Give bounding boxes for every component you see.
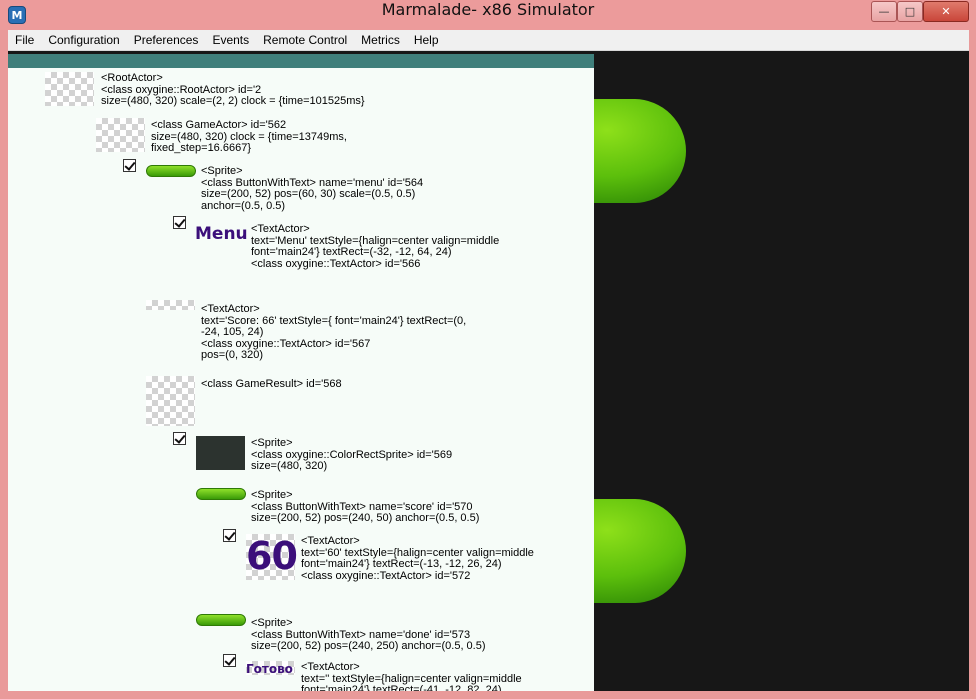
minimize-button[interactable]: — xyxy=(871,1,897,22)
sprite-menu-node: <Sprite> <class ButtonWithText> name='me… xyxy=(201,165,424,212)
sprite-done-thumbnail xyxy=(196,614,246,626)
game-actor-node: <class GameActor> id='562 size=(480, 320… xyxy=(151,119,347,155)
text-menu-node: <TextActor> text='Menu' textStyle={halig… xyxy=(251,223,500,270)
text-menu-checkbox[interactable] xyxy=(173,216,186,229)
tree-panel-header xyxy=(8,54,594,68)
close-button[interactable]: ✕ xyxy=(923,1,969,22)
menu-metrics[interactable]: Metrics xyxy=(354,30,407,51)
sprite-color-node: <Sprite> <class oxygine::ColorRectSprite… xyxy=(251,437,453,473)
game-actor-thumbnail xyxy=(96,118,145,152)
window-title: Marmalade- x86 Simulator xyxy=(381,0,595,19)
sprite-color-thumbnail xyxy=(196,436,245,470)
menu-remote-control[interactable]: Remote Control xyxy=(256,30,354,51)
title-bar: M Marmalade- x86 Simulator — □ ✕ xyxy=(0,0,976,30)
menu-events[interactable]: Events xyxy=(205,30,256,51)
menu-file[interactable]: File xyxy=(8,30,41,51)
sprite-score-thumbnail xyxy=(196,488,246,500)
root-actor-node: <RootActor> <class oxygine::RootActor> i… xyxy=(101,72,365,108)
text-score-node: <TextActor> text='Score: 66' textStyle={… xyxy=(201,303,467,362)
actor-tree-panel: <RootActor> <class oxygine::RootActor> i… xyxy=(8,54,594,691)
menu-help[interactable]: Help xyxy=(407,30,446,51)
text-60-node: <TextActor> text='60' textStyle={halign=… xyxy=(301,535,534,582)
simulator-viewport[interactable]: <RootActor> <class oxygine::RootActor> i… xyxy=(8,51,969,691)
text-60-checkbox[interactable] xyxy=(223,529,236,542)
sprite-done-node: <Sprite> <class ButtonWithText> name='do… xyxy=(251,617,486,653)
sprite-color-checkbox[interactable] xyxy=(173,432,186,445)
game-result-thumbnail xyxy=(146,376,195,426)
text-done-node: <TextActor> text='' textStyle={halign=ce… xyxy=(301,661,522,691)
maximize-button[interactable]: □ xyxy=(897,1,923,22)
menu-bar: File Configuration Preferences Events Remote… xyxy=(8,30,969,51)
menu-configuration[interactable]: Configuration xyxy=(41,30,126,51)
sprite-menu-checkbox[interactable] xyxy=(123,159,136,172)
root-actor-thumbnail xyxy=(45,72,94,106)
text-done-checkbox[interactable] xyxy=(223,654,236,667)
game-result-node: <class GameResult> id='568 xyxy=(201,378,342,390)
text-60-preview: 60 xyxy=(246,534,298,578)
sprite-score-node: <Sprite> <class ButtonWithText> name='sc… xyxy=(251,489,480,525)
menu-preferences[interactable]: Preferences xyxy=(127,30,206,51)
sprite-menu-thumbnail xyxy=(146,165,196,177)
text-done-preview: Готово xyxy=(246,662,293,676)
text-menu-preview: Menu xyxy=(195,224,248,244)
text-score-thumbnail xyxy=(146,300,195,310)
